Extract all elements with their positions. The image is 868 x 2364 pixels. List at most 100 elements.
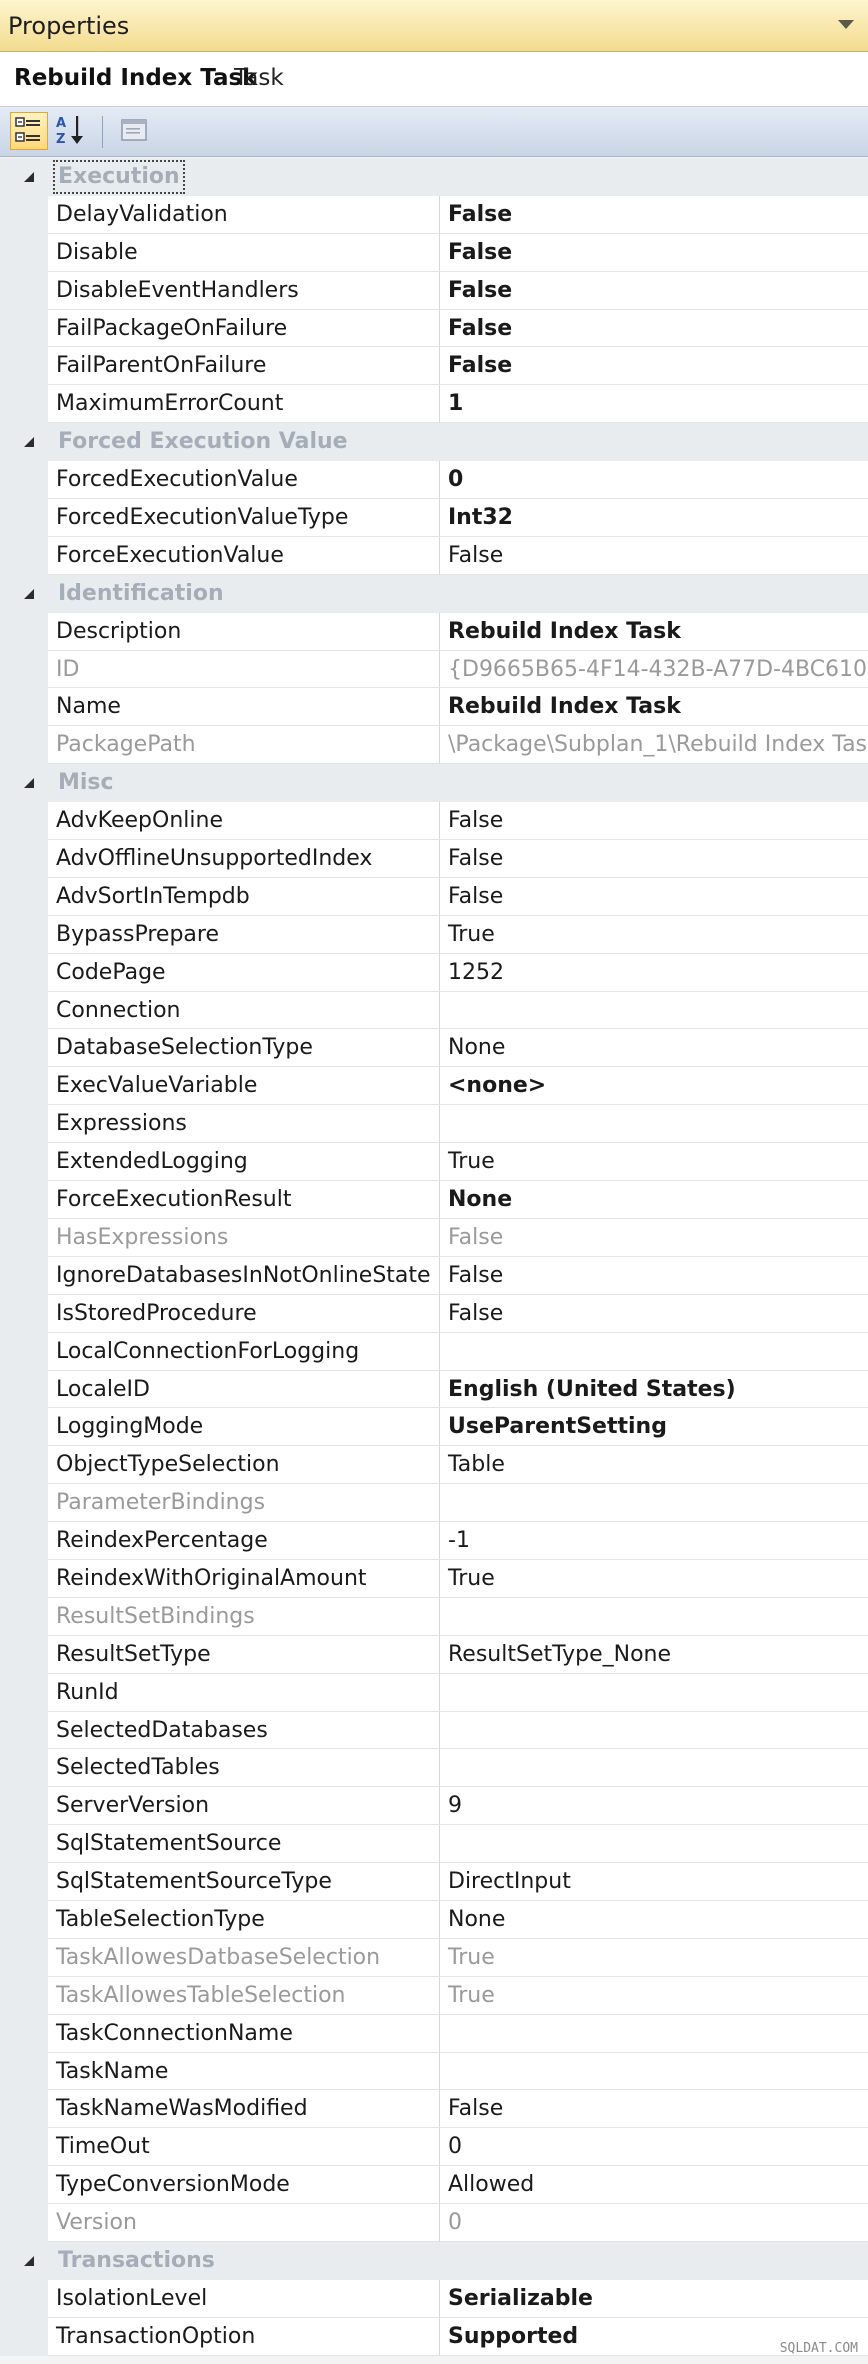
- property-name-cell[interactable]: SqlStatementSource: [48, 1825, 440, 1864]
- category-row[interactable]: Transactions: [0, 2241, 868, 2280]
- property-row[interactable]: BypassPrepare True: [0, 915, 868, 954]
- property-name-cell[interactable]: ReindexWithOriginalAmount: [48, 1559, 440, 1598]
- property-row[interactable]: ParameterBindings: [0, 1484, 868, 1523]
- property-row[interactable]: TaskAllowesTableSelection True: [0, 1976, 868, 2015]
- property-row[interactable]: ExtendedLogging True: [0, 1143, 868, 1182]
- property-value-cell[interactable]: <none>: [440, 1067, 868, 1106]
- category-row[interactable]: Identification: [0, 574, 868, 613]
- properties-title-bar[interactable]: Properties: [0, 0, 868, 52]
- property-row[interactable]: TransactionOption Supported: [0, 2317, 868, 2356]
- property-value-cell[interactable]: [440, 1105, 868, 1144]
- collapse-triangle-icon[interactable]: [24, 778, 34, 789]
- property-value-cell[interactable]: [440, 1825, 868, 1864]
- property-row[interactable]: IsStoredProcedure False: [0, 1294, 868, 1333]
- property-row[interactable]: LocalConnectionForLogging: [0, 1332, 868, 1371]
- property-value-cell[interactable]: True: [440, 916, 868, 954]
- property-value-cell[interactable]: DirectInput: [440, 1863, 868, 1901]
- property-row[interactable]: FailParentOnFailure False: [0, 347, 868, 386]
- property-name-cell[interactable]: AdvKeepOnline: [48, 802, 440, 841]
- property-name-cell[interactable]: Description: [48, 612, 440, 651]
- property-value-cell[interactable]: None: [440, 1901, 868, 1939]
- property-value-cell[interactable]: UseParentSetting: [440, 1408, 868, 1447]
- property-row[interactable]: RunId: [0, 1673, 868, 1712]
- property-value-cell[interactable]: False: [440, 2090, 868, 2129]
- property-value-cell[interactable]: False: [440, 310, 868, 348]
- property-row[interactable]: Name Rebuild Index Task: [0, 688, 868, 727]
- property-value-cell[interactable]: [440, 2053, 868, 2091]
- property-value-cell[interactable]: None: [440, 1181, 868, 1219]
- property-row[interactable]: AdvSortInTempdb False: [0, 877, 868, 916]
- property-name-cell[interactable]: PackagePath: [48, 726, 440, 765]
- property-value-cell[interactable]: 0: [440, 461, 868, 500]
- property-name-cell[interactable]: ServerVersion: [48, 1787, 440, 1826]
- property-row[interactable]: MaximumErrorCount 1: [0, 385, 868, 424]
- property-value-cell[interactable]: [440, 992, 868, 1030]
- property-name-cell[interactable]: TypeConversionMode: [48, 2166, 440, 2205]
- property-name-cell[interactable]: ForcedExecutionValue: [48, 461, 440, 500]
- property-row[interactable]: Version 0: [0, 2204, 868, 2242]
- property-row[interactable]: TableSelectionType None: [0, 1900, 868, 1939]
- property-name-cell[interactable]: TaskName: [48, 2052, 440, 2091]
- property-name-cell[interactable]: TaskAllowesDatbaseSelection: [48, 1938, 440, 1977]
- property-row[interactable]: ObjectTypeSelection Table: [0, 1446, 868, 1485]
- property-value-cell[interactable]: Allowed: [440, 2166, 868, 2205]
- property-name-cell[interactable]: SelectedDatabases: [48, 1711, 440, 1750]
- property-value-cell[interactable]: False: [440, 1295, 868, 1333]
- property-row[interactable]: DisableEventHandlers False: [0, 271, 868, 310]
- property-row[interactable]: ExecValueVariable <none>: [0, 1067, 868, 1106]
- property-name-cell[interactable]: LoggingMode: [48, 1408, 440, 1447]
- property-row[interactable]: SelectedTables: [0, 1749, 868, 1788]
- property-row[interactable]: DatabaseSelectionType None: [0, 1029, 868, 1068]
- property-value-cell[interactable]: False: [440, 1257, 868, 1295]
- property-value-cell[interactable]: False: [440, 537, 868, 575]
- property-name-cell[interactable]: Name: [48, 688, 440, 727]
- property-name-cell[interactable]: FailPackageOnFailure: [48, 309, 440, 348]
- property-value-cell[interactable]: False: [440, 878, 868, 916]
- property-row[interactable]: ResultSetBindings: [0, 1597, 868, 1636]
- property-value-cell[interactable]: Rebuild Index Task: [440, 613, 868, 651]
- property-row[interactable]: LocaleID English (United States): [0, 1370, 868, 1409]
- property-name-cell[interactable]: TableSelectionType: [48, 1900, 440, 1939]
- property-row[interactable]: SelectedDatabases: [0, 1711, 868, 1750]
- property-value-cell[interactable]: ResultSetType_None: [440, 1636, 868, 1674]
- property-value-cell[interactable]: True: [440, 1560, 868, 1598]
- property-name-cell[interactable]: IsStoredProcedure: [48, 1294, 440, 1333]
- property-row[interactable]: SqlStatementSourceType DirectInput: [0, 1863, 868, 1901]
- property-name-cell[interactable]: Connection: [48, 991, 440, 1030]
- property-row[interactable]: TaskConnectionName: [0, 2014, 868, 2053]
- property-row[interactable]: Connection: [0, 991, 868, 1030]
- property-name-cell[interactable]: TransactionOption: [48, 2317, 440, 2356]
- property-name-cell[interactable]: ParameterBindings: [48, 1484, 440, 1523]
- property-name-cell[interactable]: TaskConnectionName: [48, 2014, 440, 2053]
- object-selector[interactable]: Rebuild Index Task Task: [0, 52, 868, 107]
- property-name-cell[interactable]: FailParentOnFailure: [48, 347, 440, 386]
- property-name-cell[interactable]: ResultSetType: [48, 1635, 440, 1674]
- property-name-cell[interactable]: ExecValueVariable: [48, 1067, 440, 1106]
- property-value-cell[interactable]: English (United States): [440, 1371, 868, 1409]
- property-name-cell[interactable]: IsolationLevel: [48, 2279, 440, 2318]
- chevron-down-icon[interactable]: [838, 20, 854, 29]
- property-row[interactable]: LoggingMode UseParentSetting: [0, 1408, 868, 1447]
- property-value-cell[interactable]: [440, 1674, 868, 1712]
- property-name-cell[interactable]: DatabaseSelectionType: [48, 1029, 440, 1068]
- category-row[interactable]: Forced Execution Value: [0, 423, 868, 462]
- property-name-cell[interactable]: ObjectTypeSelection: [48, 1446, 440, 1485]
- property-name-cell[interactable]: CodePage: [48, 953, 440, 992]
- property-value-cell[interactable]: Int32: [440, 499, 868, 537]
- property-row[interactable]: TimeOut 0: [0, 2128, 868, 2167]
- property-value-cell[interactable]: 9: [440, 1787, 868, 1826]
- property-value-cell[interactable]: Table: [440, 1446, 868, 1485]
- property-name-cell[interactable]: ForceExecutionResult: [48, 1181, 440, 1219]
- property-value-cell[interactable]: [440, 1712, 868, 1750]
- property-name-cell[interactable]: Expressions: [48, 1105, 440, 1144]
- alphabetical-button[interactable]: A Z: [52, 112, 90, 150]
- categorized-button[interactable]: [10, 112, 48, 150]
- property-value-cell[interactable]: Serializable: [440, 2280, 868, 2318]
- property-value-cell[interactable]: 1252: [440, 954, 868, 992]
- property-value-cell[interactable]: Rebuild Index Task: [440, 688, 868, 727]
- property-pages-button[interactable]: [116, 112, 154, 150]
- property-value-cell[interactable]: False: [440, 234, 868, 272]
- property-row[interactable]: ID {D9665B65-4F14-432B-A77D-4BC61095A: [0, 650, 868, 689]
- property-row[interactable]: ForceExecutionValue False: [0, 536, 868, 575]
- property-value-cell[interactable]: False: [440, 272, 868, 310]
